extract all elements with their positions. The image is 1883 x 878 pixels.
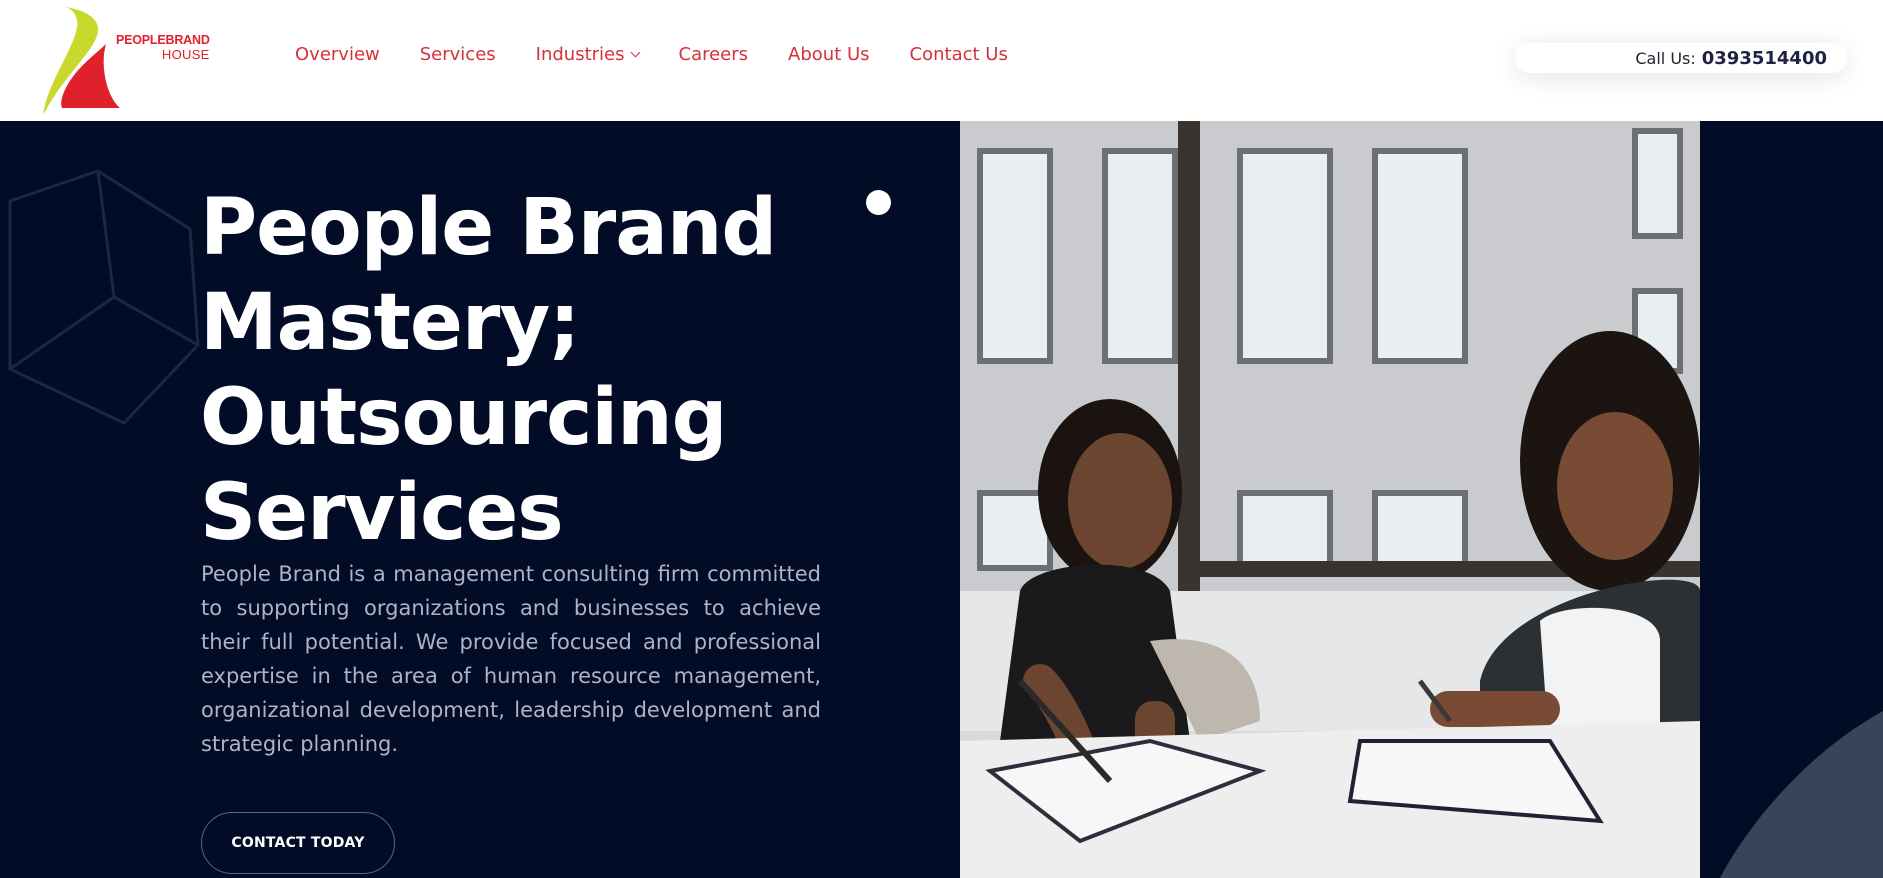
brand-wordmark: PEOPLEBRAND HOUSE <box>116 33 210 62</box>
brand-name: PEOPLEBRAND <box>116 33 210 47</box>
hero-title-line-1: People Brand <box>200 183 777 273</box>
decorative-corner-shape <box>1720 711 1883 878</box>
hero-title: People Brand Mastery; Outsourcing Servic… <box>200 181 920 561</box>
brand-subname: HOUSE <box>161 46 210 62</box>
chevron-down-icon <box>630 47 640 57</box>
nav-about-us[interactable]: About Us <box>788 44 870 65</box>
brand-logo[interactable]: PEOPLEBRAND HOUSE <box>40 4 210 116</box>
site-header: PEOPLEBRAND HOUSE Overview Services Indu… <box>0 0 1883 121</box>
outline-cube-icon <box>8 169 200 425</box>
phone-number[interactable]: 0393514400 <box>1702 48 1827 69</box>
logo-swoosh-icon <box>43 7 120 114</box>
contact-today-button[interactable]: CONTACT TODAY <box>201 812 395 874</box>
nav-contact-us[interactable]: Contact Us <box>910 44 1008 65</box>
nav-industries[interactable]: Industries <box>535 44 640 65</box>
nav-careers[interactable]: Careers <box>679 44 749 65</box>
nav-services[interactable]: Services <box>420 44 496 65</box>
call-us-box[interactable]: Call Us: 0393514400 <box>1515 43 1847 73</box>
hero-title-line-2: Mastery; <box>200 278 580 368</box>
nav-industries-label: Industries <box>535 44 625 65</box>
hero-section: People Brand Mastery; Outsourcing Servic… <box>0 121 1883 878</box>
hero-title-line-4: Services <box>200 468 564 558</box>
call-us-label: Call Us: <box>1635 48 1696 68</box>
hero-description: People Brand is a management consulting … <box>201 562 821 756</box>
meeting-photo-illustration <box>960 121 1700 878</box>
main-nav: Overview Services Industries Careers Abo… <box>295 44 1008 65</box>
hero-photo <box>960 121 1700 878</box>
nav-overview[interactable]: Overview <box>295 44 380 65</box>
hero-title-line-3: Outsourcing <box>200 373 727 463</box>
